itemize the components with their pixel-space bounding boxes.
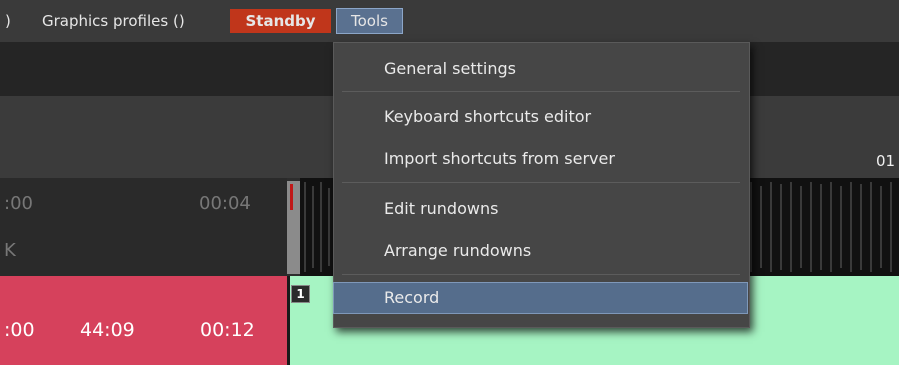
row-time-end: 00:12	[200, 319, 255, 341]
menu-item-label: Keyboard shortcuts editor	[384, 107, 592, 126]
menu-item-label: Import shortcuts from server	[384, 149, 615, 168]
standby-badge[interactable]: Standby	[230, 9, 331, 33]
menu-item-label: Record	[384, 288, 440, 307]
menu-separator	[342, 91, 740, 92]
track-time-start: :00	[4, 193, 33, 214]
menu-item-arrange-rundowns[interactable]: Arrange rundowns	[334, 236, 747, 266]
ruler-label: 01	[876, 152, 896, 170]
menu-item-label: Arrange rundowns	[384, 241, 532, 260]
menu-item-label: General settings	[384, 59, 516, 78]
scrubber-handle[interactable]	[287, 181, 300, 274]
menu-item-import-shortcuts[interactable]: Import shortcuts from server	[334, 144, 747, 174]
row-time-mid: 44:09	[80, 319, 135, 341]
menu-tools[interactable]: Tools	[336, 8, 403, 34]
menu-item-label: Edit rundowns	[384, 199, 499, 218]
menu-graphics-profiles[interactable]: Graphics profiles ()	[42, 9, 185, 33]
tools-dropdown-menu: General settings Keyboard shortcuts edit…	[333, 42, 750, 328]
menu-item-edit-rundowns[interactable]: Edit rundowns	[334, 194, 747, 224]
menu-item-general-settings[interactable]: General settings	[334, 54, 747, 84]
track-time-end: 00:04	[199, 193, 251, 214]
row-time-start: :00	[4, 319, 35, 341]
playhead-marker	[290, 184, 293, 210]
menu-separator	[342, 274, 740, 275]
menu-fragment[interactable]: )	[5, 9, 11, 33]
menubar: ) Graphics profiles () Standby Tools	[0, 0, 899, 42]
clip-number-badge: 1	[291, 285, 310, 303]
menu-item-keyboard-shortcuts-editor[interactable]: Keyboard shortcuts editor	[334, 102, 747, 132]
menu-separator	[342, 182, 740, 183]
track-letter: K	[4, 240, 16, 261]
menu-item-record[interactable]: Record	[333, 282, 748, 314]
